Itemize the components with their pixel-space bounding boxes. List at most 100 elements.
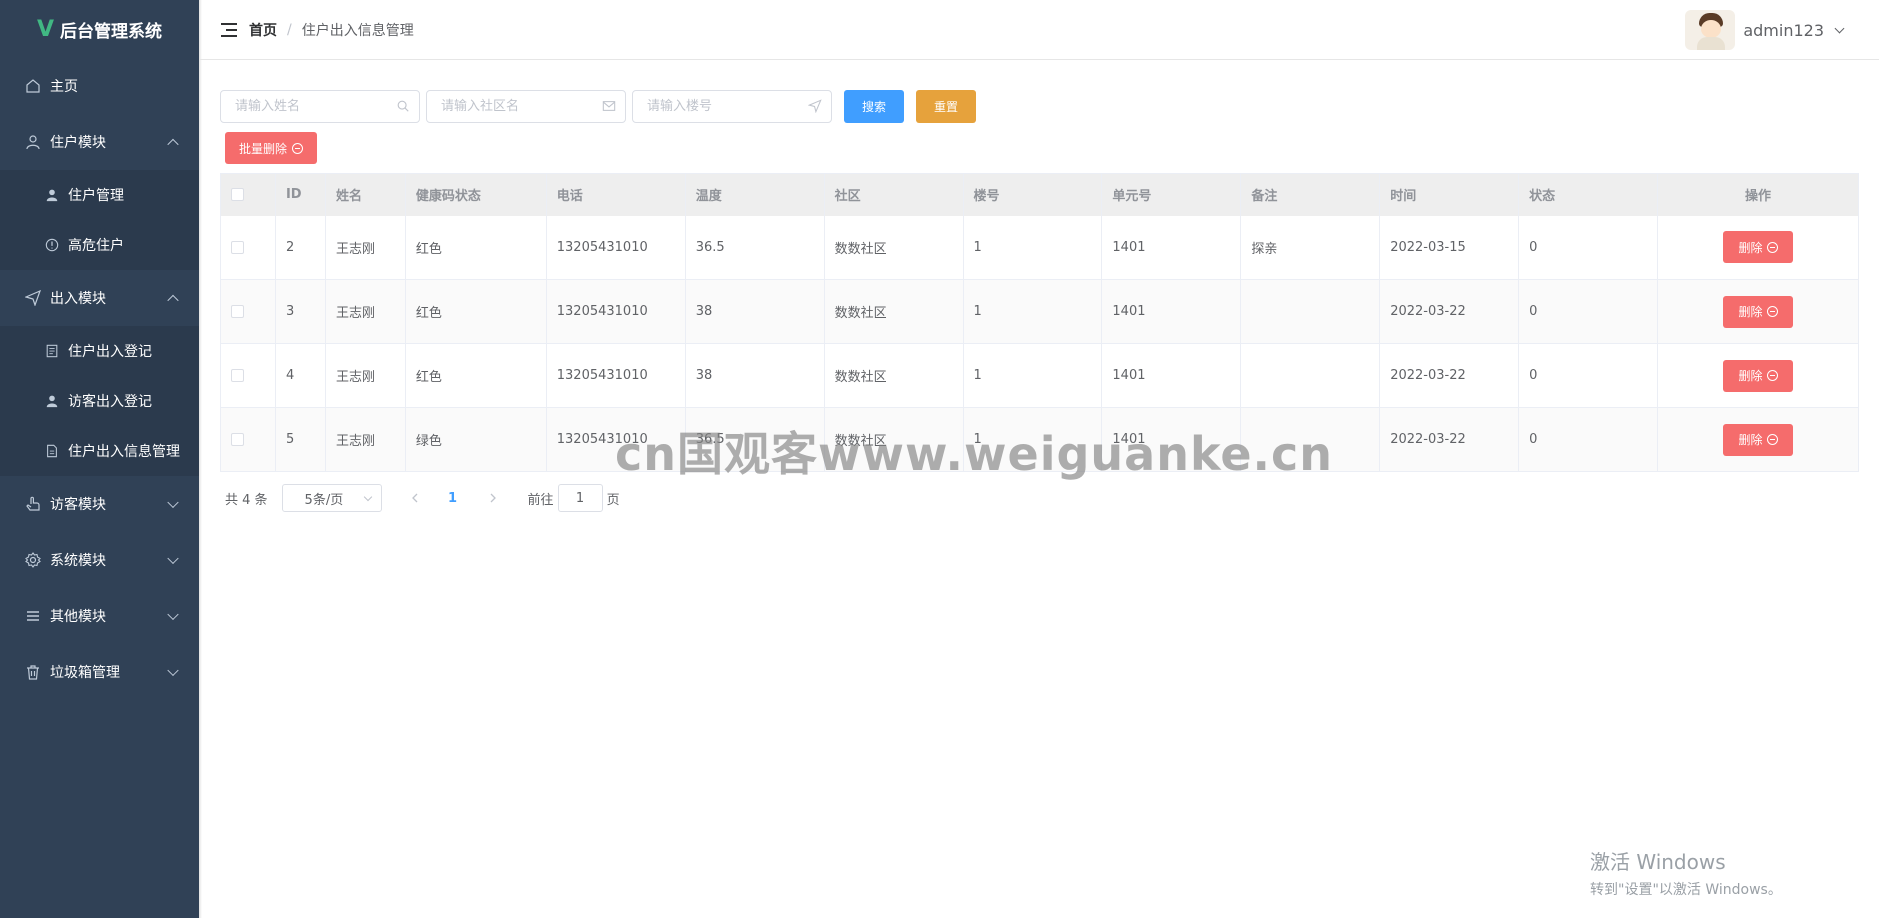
row-select-cell xyxy=(220,215,276,280)
cell-unit: 1401 xyxy=(1101,343,1242,408)
cell-name: 王志刚 xyxy=(325,215,406,280)
gear-icon xyxy=(24,551,42,569)
cell-unit: 1401 xyxy=(1101,215,1242,280)
sidebar-item-label: 访客出入登记 xyxy=(68,394,152,410)
row-select-cell xyxy=(220,343,276,408)
sidebar-item-label: 住户管理 xyxy=(68,188,124,204)
cell-temp: 38 xyxy=(685,343,825,408)
sidebar-submenu-system[interactable]: 系统模块 xyxy=(0,532,199,588)
community-input[interactable] xyxy=(427,90,625,122)
row-select-cell xyxy=(220,407,276,472)
cell-community: 数数社区 xyxy=(824,343,964,408)
home-icon xyxy=(24,77,42,95)
page-size-select[interactable]: 5条/页 xyxy=(281,484,382,512)
position-icon xyxy=(808,98,822,113)
app-logo[interactable]: V 后台管理系统 xyxy=(0,0,199,58)
table-row: 2 王志刚 红色 13205431010 36.5 数数社区 1 1401 探亲… xyxy=(220,215,1859,280)
avatar[interactable] xyxy=(1685,10,1736,50)
cell-phone: 13205431010 xyxy=(546,279,686,344)
windows-activation-notice: 激活 Windows 转到"设置"以激活 Windows。 xyxy=(1590,846,1782,899)
community-search-field xyxy=(426,89,626,123)
cell-name: 王志刚 xyxy=(325,343,406,408)
cell-actions: 删除 xyxy=(1657,215,1859,280)
sidebar-submenu-trash[interactable]: 垃圾箱管理 xyxy=(0,644,199,700)
cell-phone: 13205431010 xyxy=(546,215,686,280)
search-button[interactable]: 搜索 xyxy=(844,89,905,123)
column-header: 备注 xyxy=(1240,173,1381,216)
cell-community: 数数社区 xyxy=(824,279,964,344)
delete-button[interactable]: 删除 xyxy=(1723,231,1793,264)
cell-health: 红色 xyxy=(405,279,547,344)
cell-status: 0 xyxy=(1518,407,1658,472)
hamburger-menu-icon[interactable] xyxy=(221,22,237,37)
delete-label: 删除 xyxy=(1738,433,1763,447)
building-input[interactable] xyxy=(633,90,831,122)
row-checkbox[interactable] xyxy=(231,240,244,254)
cell-actions: 删除 xyxy=(1657,279,1859,344)
cell-name: 王志刚 xyxy=(325,279,406,344)
sidebar-submenu-resident[interactable]: 住户模块 xyxy=(0,114,199,170)
send-icon xyxy=(24,289,42,307)
cell-actions: 删除 xyxy=(1657,407,1859,472)
goto-page-input[interactable] xyxy=(557,484,603,512)
select-all-checkbox[interactable] xyxy=(231,188,244,202)
delete-button[interactable]: 删除 xyxy=(1723,359,1793,392)
cell-status: 0 xyxy=(1518,279,1658,344)
chevron-down-icon xyxy=(1834,23,1845,33)
cell-building: 1 xyxy=(963,279,1103,344)
sidebar-submenu-other[interactable]: 其他模块 xyxy=(0,588,199,644)
sidebar-item-resident-access-info[interactable]: 住户出入信息管理 xyxy=(0,426,199,476)
sidebar-item-label: 垃圾箱管理 xyxy=(50,665,120,681)
next-page-button[interactable] xyxy=(478,484,508,512)
cell-building: 1 xyxy=(963,343,1103,408)
table-row: 4 王志刚 红色 13205431010 38 数数社区 1 1401 2022… xyxy=(220,343,1859,408)
hand-pointer-icon xyxy=(24,495,42,513)
prev-page-button[interactable] xyxy=(400,484,430,512)
breadcrumb-current: 住户出入信息管理 xyxy=(301,22,414,39)
name-input[interactable] xyxy=(221,90,419,122)
sidebar-item-high-risk[interactable]: 高危住户 xyxy=(0,220,199,270)
column-header: 温度 xyxy=(685,173,825,216)
delete-label: 删除 xyxy=(1738,240,1763,255)
sidebar-item-home[interactable]: 主页 xyxy=(0,58,199,114)
document-icon xyxy=(44,343,60,359)
user-dropdown[interactable]: admin123 xyxy=(1685,10,1845,50)
page-jumper: 前往 页 xyxy=(528,484,620,512)
chevron-down-icon xyxy=(363,492,372,502)
cell-note xyxy=(1240,343,1381,408)
person-filled-icon xyxy=(44,393,60,409)
remove-circle-icon xyxy=(1766,306,1778,317)
sidebar-item-resident-manage[interactable]: 住户管理 xyxy=(0,170,199,220)
cell-time: 2022-03-15 xyxy=(1379,215,1520,280)
sidebar-submenu-access[interactable]: 出入模块 xyxy=(0,270,199,326)
chevron-up-icon xyxy=(167,138,179,151)
chevron-left-icon xyxy=(411,493,418,503)
select-all-cell xyxy=(220,173,276,216)
sidebar-item-resident-access-register[interactable]: 住户出入登记 xyxy=(0,326,199,376)
cell-health: 红色 xyxy=(405,215,547,280)
cell-building: 1 xyxy=(963,215,1103,280)
reset-button[interactable]: 重置 xyxy=(916,89,977,123)
chevron-up-icon xyxy=(167,294,179,307)
breadcrumb-home[interactable]: 首页 xyxy=(249,20,277,40)
page-number-active[interactable]: 1 xyxy=(438,484,468,512)
column-header: 操作 xyxy=(1657,173,1859,216)
sidebar-item-visitor-access-register[interactable]: 访客出入登记 xyxy=(0,376,199,426)
row-checkbox[interactable] xyxy=(231,433,244,446)
table-header-row: ID 姓名 健康码状态 电话 温度 社区 楼号 单元号 备注 时间 状态 操作 xyxy=(220,173,1859,216)
batch-delete-button[interactable]: 批量删除 xyxy=(225,132,318,164)
row-checkbox[interactable] xyxy=(231,305,244,318)
column-header: 姓名 xyxy=(325,173,406,216)
cell-id: 2 xyxy=(275,215,326,280)
chevron-down-icon xyxy=(167,496,179,509)
name-search-field xyxy=(220,89,420,123)
cell-actions: 删除 xyxy=(1657,343,1859,408)
delete-label: 删除 xyxy=(1738,305,1763,319)
column-header: ID xyxy=(275,173,326,216)
trash-icon xyxy=(24,663,42,681)
delete-button[interactable]: 删除 xyxy=(1723,295,1793,328)
sidebar-submenu-visitor[interactable]: 访客模块 xyxy=(0,476,199,532)
delete-button[interactable]: 删除 xyxy=(1723,423,1793,456)
filter-bar: 搜索 重置 xyxy=(220,88,1860,124)
row-checkbox[interactable] xyxy=(231,369,244,382)
